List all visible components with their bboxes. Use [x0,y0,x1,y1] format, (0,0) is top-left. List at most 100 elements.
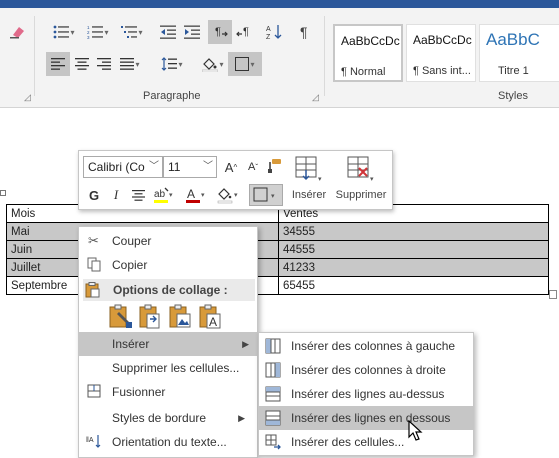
show-formatting-marks-icon[interactable]: ¶ [292,20,316,44]
align-right-icon[interactable] [92,52,116,76]
delete-button[interactable]: ▾ Supprimer [332,155,390,201]
submenu-item-cols-right[interactable]: Insérer des colonnes à droite [259,358,473,382]
menu-item-copy[interactable]: Copier [79,253,257,277]
submenu-item-rows-below[interactable]: Insérer des lignes en dessous [259,406,473,430]
chevron-down-icon: ﹀ [203,161,213,172]
mini-toolbar: Calibri (Co ﹀ 11 ﹀ A ^ Aˇ G I ab ▾ A ▾ ▾ ▾ [78,150,393,210]
svg-text:A: A [266,26,271,33]
svg-text:ab: ab [154,189,166,200]
sort-icon[interactable]: AZ [262,20,286,44]
table-resize-handle[interactable] [549,290,557,299]
menu-item-border-styles[interactable]: Styles de bordure ▶ [79,406,257,430]
table-insert-icon: ▾ [294,155,324,183]
submenu-item-label: Insérer des lignes au-dessus [291,387,445,401]
style-normal[interactable]: AaBbCcDc ¶ Normal [333,24,403,82]
line-spacing-icon[interactable] [156,52,188,76]
font-launcher-icon[interactable]: ◿ [24,92,31,103]
align-center-icon[interactable] [70,52,94,76]
table-cell[interactable]: 34555 [278,222,549,241]
justify-icon[interactable] [114,52,146,76]
style-no-spacing-preview: AaBbCcDc [413,33,472,47]
svg-text:¶: ¶ [243,26,249,38]
menu-item-merge[interactable]: Fusionner [79,380,257,404]
svg-text:A: A [209,315,217,329]
text-direction-icon: ǁA [85,434,102,450]
submenu-item-label: Insérer des cellules... [291,435,405,449]
clear-formatting-icon[interactable] [6,20,30,44]
paste-text-only-icon[interactable]: A [199,304,223,330]
increase-indent-icon[interactable] [180,20,204,44]
menu-item-label: Supprimer les cellules... [112,361,240,375]
center-align-icon[interactable] [127,184,149,206]
table-cell[interactable]: 41233 [278,258,549,277]
menu-item-label: Fusionner [112,385,166,399]
menu-item-label: Couper [112,234,152,248]
svg-text:▾: ▾ [169,192,173,199]
table-cell[interactable]: 65455 [278,276,549,295]
bullets-icon[interactable] [48,20,80,44]
paragraph-group-label: Paragraphe [143,90,201,102]
paragraph-launcher-icon[interactable]: ◿ [312,92,319,103]
menu-item-text-direction[interactable]: ǁA Orientation du texte... [79,430,257,454]
table-delete-icon: ▾ [346,155,376,183]
table-move-handle[interactable] [0,190,6,196]
merge-cells-icon [85,384,102,400]
numbering-icon[interactable]: 123 [82,20,114,44]
decrease-indent-icon[interactable] [156,20,180,44]
svg-text:▾: ▾ [234,192,238,199]
style-heading-1-name: Titre 1 [498,65,529,77]
styles-group-label: Styles [498,90,528,102]
ltr-direction-icon[interactable]: ¶ [208,20,232,44]
style-heading-1-preview: AaBbC [486,30,540,49]
insert-submenu: Insérer des colonnes à gauche Insérer de… [258,332,474,456]
shading-icon[interactable] [196,52,230,76]
svg-text:▾: ▾ [318,176,322,183]
menu-item-label: Orientation du texte... [112,435,227,449]
submenu-item-cells[interactable]: Insérer des cellules... [259,430,473,454]
submenu-item-cols-left[interactable]: Insérer des colonnes à gauche [259,334,473,358]
style-no-spacing-name: ¶ Sans int... [413,65,471,77]
shrink-font-icon[interactable]: Aˇ [242,156,264,178]
svg-text:ǁA: ǁA [86,437,94,444]
shading-icon[interactable]: ▾ [213,184,243,206]
font-name-field[interactable]: Calibri (Co ﹀ [83,156,163,178]
paste-picture-icon[interactable] [169,304,193,330]
svg-text:▾: ▾ [370,176,374,183]
highlight-color-icon[interactable]: ab ▾ [149,184,177,206]
menu-item-insert[interactable]: Insérer ▶ [79,332,257,356]
paste-merge-formatting-icon[interactable] [139,304,163,330]
bold-button[interactable]: G [83,184,105,206]
style-normal-preview: AaBbCcDc [341,34,400,48]
menu-item-cut[interactable]: ✂ Couper [79,229,257,253]
font-color-icon[interactable]: A ▾ [181,184,209,206]
paste-keep-formatting-icon[interactable] [109,304,133,330]
submenu-item-label: Insérer des colonnes à gauche [291,339,456,353]
svg-text:¶: ¶ [215,26,221,38]
italic-button[interactable]: I [105,184,127,206]
insert-column-left-icon [265,338,281,354]
align-left-icon[interactable] [46,52,70,76]
menu-item-label: Copier [112,258,148,272]
clipboard-icon [85,282,102,298]
style-no-spacing[interactable]: AaBbCcDc ¶ Sans int... [406,24,476,82]
word-window: 123 ¶ ¶ AZ ¶ [0,0,559,458]
menu-item-delete-cells[interactable]: Supprimer les cellules... [79,356,257,380]
submenu-item-rows-above[interactable]: Insérer des lignes au-dessus [259,382,473,406]
insert-cells-icon [265,434,281,450]
borders-icon[interactable]: ▾ [249,184,283,206]
style-heading-1[interactable]: AaBbC Titre 1 [479,24,559,82]
borders-icon[interactable] [228,52,262,76]
insert-label: Insérer [291,189,327,201]
font-size-field[interactable]: 11 ﹀ [163,156,217,178]
paste-options-header: Options de collage : [83,279,255,301]
table-cell[interactable]: 44555 [278,240,549,259]
font-size-value: 11 [168,160,181,174]
multilevel-list-icon[interactable] [116,20,148,44]
svg-text:A: A [187,187,195,201]
grow-font-icon[interactable]: A ^ [220,156,242,178]
format-painter-icon[interactable] [263,155,285,177]
rtl-direction-icon[interactable]: ¶ [232,20,256,44]
menu-item-label: Styles de bordure [112,411,207,425]
font-name-value: Calibri (Co [88,160,145,174]
insert-button[interactable]: ▾ Insérer [287,155,331,201]
